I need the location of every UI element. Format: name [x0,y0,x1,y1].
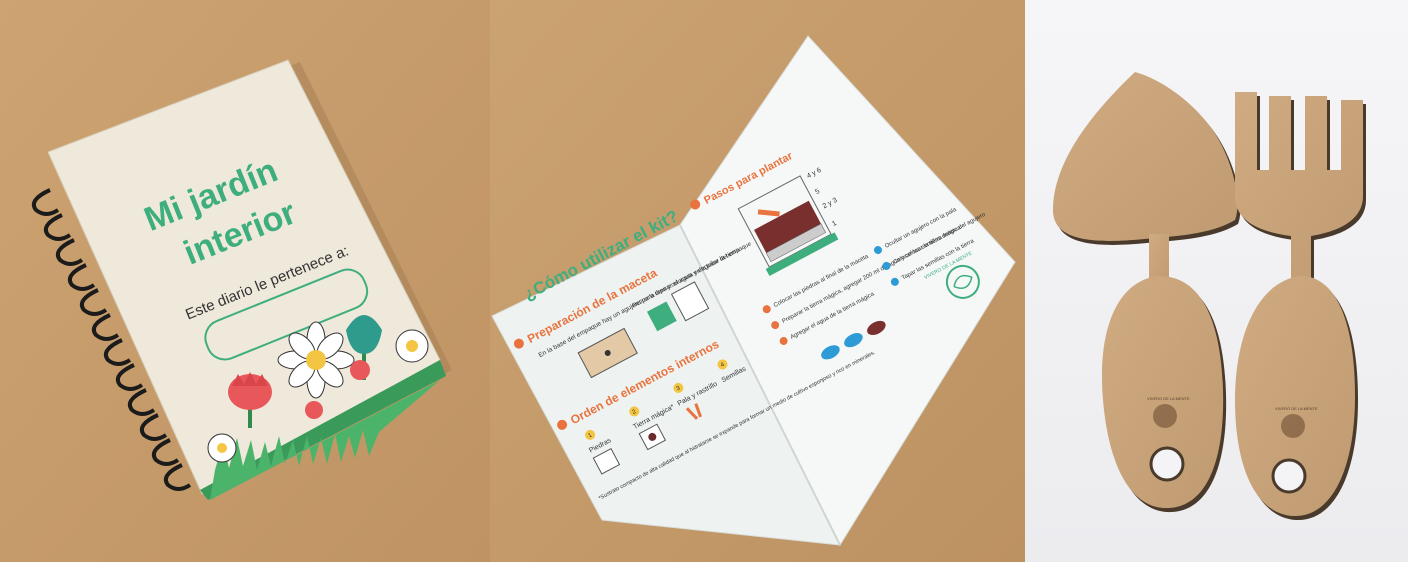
notebook-photo: Mi jardín interior Este diario le perten… [0,0,490,562]
shovel-brand: VIVERO DE LA MENTE [1147,396,1190,401]
tools-photo: VIVERO DE LA MENTE VIVERO DE LA MENTE [1025,0,1408,562]
leaflet-scene: ¿Cómo utilizar el kit? Preparación de la… [490,0,1025,562]
leaflet-photo: ¿Cómo utilizar el kit? Preparación de la… [490,0,1025,562]
notebook-scene: Mi jardín interior Este diario le perten… [0,0,490,562]
image-strip: Mi jardín interior Este diario le perten… [0,0,1408,562]
tools-scene: VIVERO DE LA MENTE VIVERO DE LA MENTE [1025,0,1408,562]
fork-brand: VIVERO DE LA MENTE [1275,406,1318,411]
